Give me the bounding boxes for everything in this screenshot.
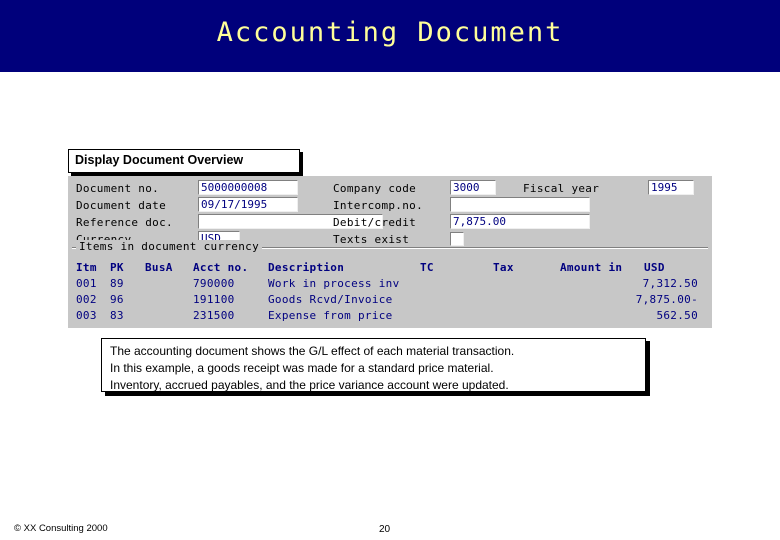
- input-intercomp-no[interactable]: [450, 197, 590, 212]
- label-intercomp-no: Intercomp.no.: [333, 199, 423, 212]
- input-document-no[interactable]: 5000000008: [198, 180, 298, 195]
- table-row: 231500: [193, 309, 235, 322]
- input-fiscal-year[interactable]: 1995: [648, 180, 694, 195]
- table-row: 001: [76, 277, 97, 290]
- note-shadow-right: [646, 341, 650, 395]
- table-row: 790000: [193, 277, 235, 290]
- table-row: 96: [110, 293, 124, 306]
- table-row: 89: [110, 277, 124, 290]
- table-row: 191100: [193, 293, 235, 306]
- input-document-date[interactable]: 09/17/1995: [198, 197, 298, 212]
- col-header-usd: USD: [644, 261, 665, 274]
- table-row: 002: [76, 293, 97, 306]
- footer-page-number: 20: [379, 524, 391, 535]
- table-row: 562.50: [656, 309, 698, 322]
- page-title: Accounting Document: [216, 17, 564, 48]
- col-header-pk: PK: [110, 261, 124, 274]
- table-row: Expense from price: [268, 309, 393, 322]
- overview-label-box: Display Document Overview: [68, 149, 300, 173]
- col-header-description: Description: [268, 261, 345, 274]
- col-header-busa: BusA: [145, 261, 173, 274]
- note-line-3: Inventory, accrued payables, and the pri…: [110, 378, 509, 392]
- footer-copyright: © XX Consulting 2000: [14, 523, 108, 534]
- col-header-amount-in: Amount in: [560, 261, 623, 274]
- note-text: The accounting document shows the G/L ef…: [110, 343, 640, 394]
- col-header-itm: Itm: [76, 261, 97, 274]
- input-debit-credit[interactable]: 7,875.00: [450, 214, 590, 229]
- label-reference-doc: Reference doc.: [76, 216, 173, 229]
- checkbox-texts-exist[interactable]: [450, 232, 464, 246]
- label-document-no: Document no.: [76, 182, 160, 195]
- table-row: 7,312.50: [642, 277, 698, 290]
- table-row: Goods Rcvd/Invoice: [268, 293, 393, 306]
- label-fiscal-year: Fiscal year: [523, 182, 600, 195]
- note-box: The accounting document shows the G/L ef…: [101, 338, 646, 392]
- label-company-code: Company code: [333, 182, 417, 195]
- label-document-date: Document date: [76, 199, 166, 212]
- label-debit-credit: Debit/credit: [333, 216, 417, 229]
- table-row: Work in process inv: [268, 277, 400, 290]
- col-header-tc: TC: [420, 261, 434, 274]
- table-row: 003: [76, 309, 97, 322]
- title-banner: Accounting Document: [0, 0, 780, 72]
- note-line-2: In this example, a goods receipt was mad…: [110, 361, 494, 375]
- overview-label-text: Display Document Overview: [75, 153, 244, 167]
- items-group-title: Items in document currency: [76, 240, 262, 253]
- table-row: 83: [110, 309, 124, 322]
- sap-screen-panel: Document no. Document date Reference doc…: [68, 176, 712, 328]
- col-header-acct-no: Acct no.: [193, 261, 249, 274]
- label-texts-exist: Texts exist: [333, 233, 410, 246]
- note-line-1: The accounting document shows the G/L ef…: [110, 344, 515, 358]
- col-header-tax: Tax: [493, 261, 514, 274]
- input-company-code[interactable]: 3000: [450, 180, 496, 195]
- table-row: 7,875.00-: [635, 293, 698, 306]
